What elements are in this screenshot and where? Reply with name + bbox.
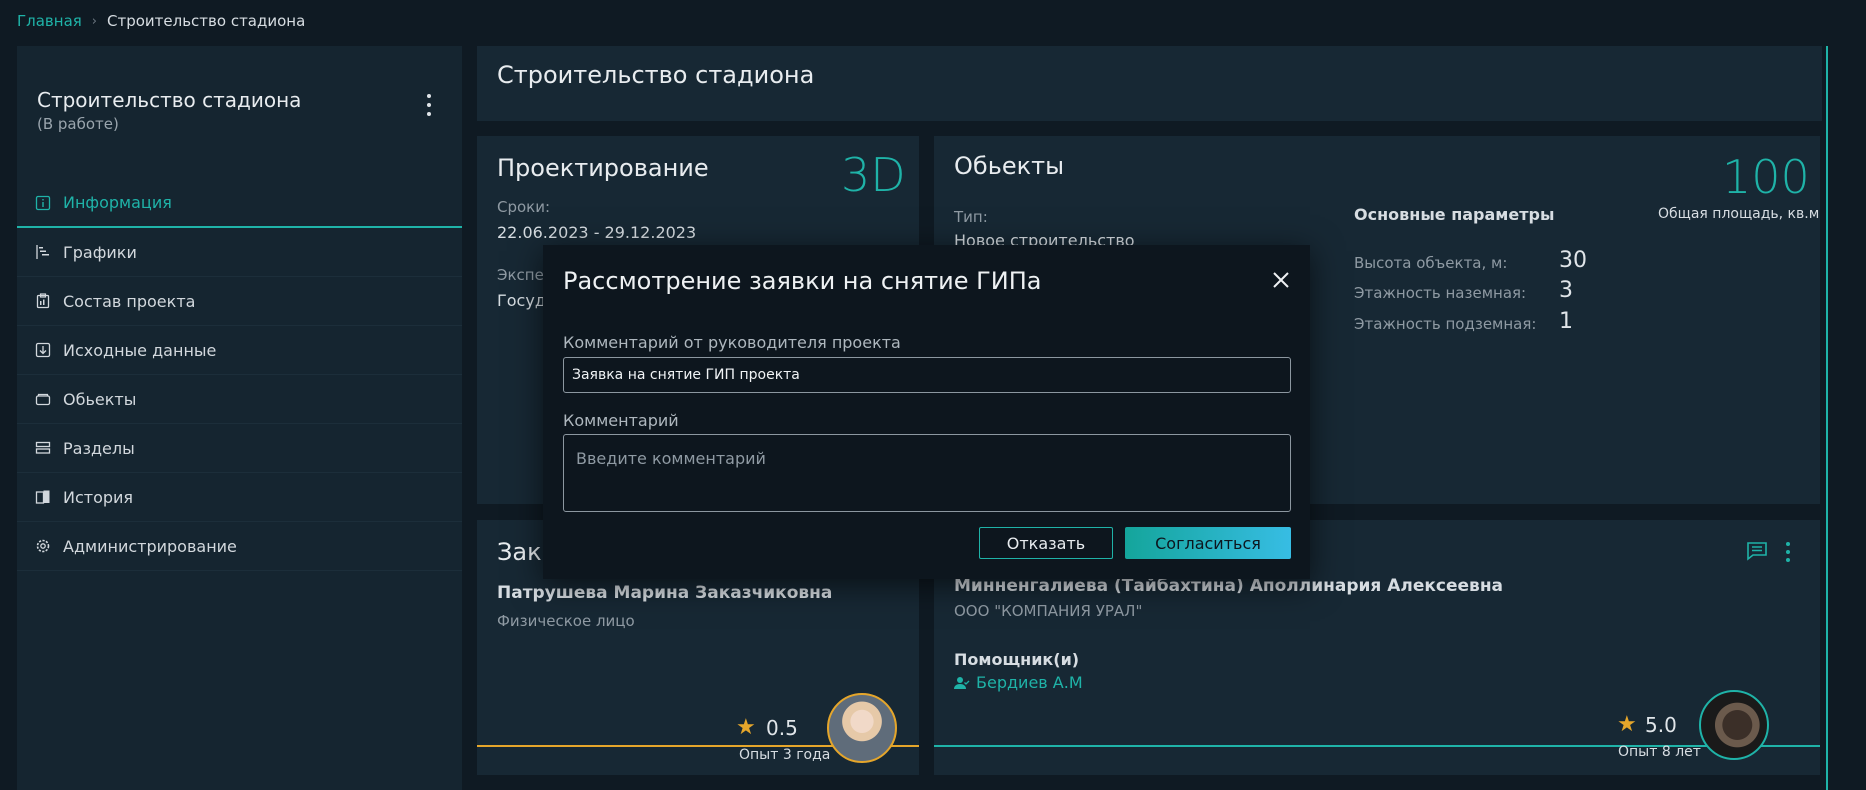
comment-input[interactable]: [563, 434, 1291, 512]
close-icon[interactable]: [1270, 269, 1292, 291]
comment-label: Комментарий: [563, 411, 679, 430]
modal-overlay: Рассмотрение заявки на снятие ГИПа Комме…: [0, 0, 1866, 790]
manager-comment-label: Комментарий от руководителя проекта: [563, 333, 901, 352]
gip-removal-dialog: Рассмотрение заявки на снятие ГИПа Комме…: [543, 245, 1310, 579]
reject-button[interactable]: Отказать: [979, 527, 1113, 559]
dialog-title: Рассмотрение заявки на снятие ГИПа: [563, 267, 1042, 295]
accept-button[interactable]: Согласиться: [1125, 527, 1291, 559]
manager-comment-field[interactable]: [563, 357, 1291, 393]
